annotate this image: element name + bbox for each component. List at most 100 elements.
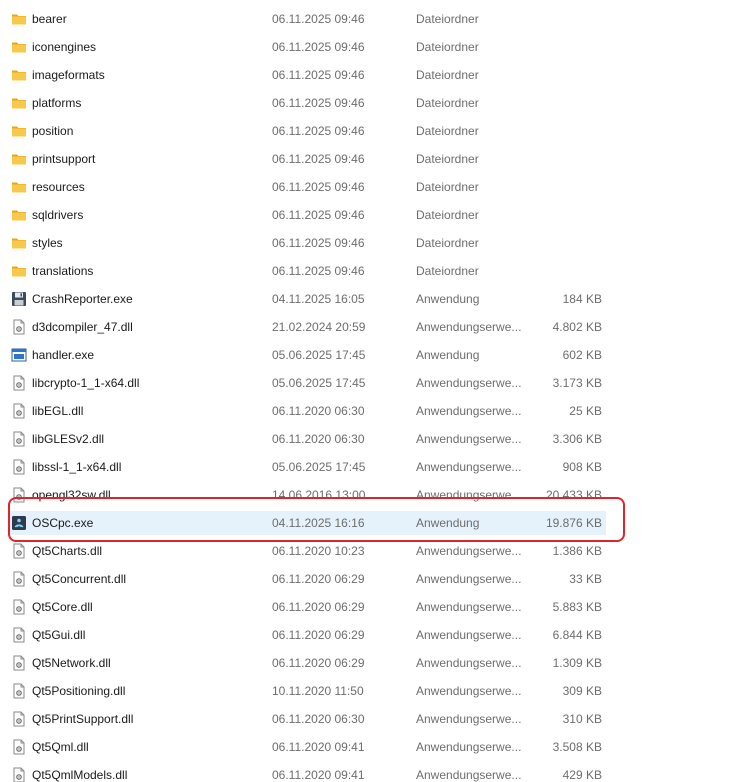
file-name: Qt5Charts.dll (32, 544, 103, 558)
file-row[interactable]: libcrypto-1_1-x64.dll 05.06.2025 17:45 Anw… (8, 371, 606, 395)
dll-file-icon (11, 319, 27, 335)
file-size (528, 119, 602, 143)
file-name: opengl32sw.dll (32, 488, 111, 502)
file-name: libcrypto-1_1-x64.dll (32, 376, 140, 390)
file-size (528, 231, 602, 255)
file-row[interactable]: libEGL.dll 06.11.2020 06:30 Anwendungserwe… (8, 399, 606, 423)
file-row[interactable]: d3dcompiler_47.dll 21.02.2024 20:59 Anwend… (8, 315, 606, 339)
file-size: 4.802 KB (552, 320, 602, 334)
file-row[interactable]: Qt5QmlModels.dll 06.11.2020 09:41 Anwendun… (8, 763, 606, 782)
file-date-modified: 05.06.2025 17:45 (272, 348, 366, 362)
file-size: 5.883 KB (552, 600, 602, 614)
file-row[interactable]: opengl32sw.dll 14.06.2016 13:00 Anwendungs… (8, 483, 606, 507)
file-name: Qt5Network.dll (32, 656, 111, 670)
file-type: Anwendungserwe... (416, 684, 522, 698)
file-type: Anwendung (416, 348, 480, 362)
dll-file-icon (11, 431, 27, 447)
file-size (528, 175, 602, 199)
file-row[interactable]: Qt5Core.dll 06.11.2020 06:29 Anwendungserw… (8, 595, 606, 619)
file-name: libssl-1_1-x64.dll (32, 460, 122, 474)
dll-file-icon (11, 767, 27, 782)
file-date-modified: 06.11.2025 09:46 (272, 208, 365, 222)
file-row[interactable]: sqldrivers 06.11.2025 09:46 Dateiordner (8, 203, 606, 227)
file-row[interactable]: bearer 06.11.2025 09:46 Dateiordner (8, 7, 606, 31)
file-row[interactable]: platforms 06.11.2025 09:46 Dateiordner (8, 91, 606, 115)
file-name: libGLESv2.dll (32, 432, 105, 446)
file-row[interactable]: libssl-1_1-x64.dll 05.06.2025 17:45 Anwend… (8, 455, 606, 479)
file-name: iconengines (32, 40, 97, 54)
file-date-modified: 06.11.2020 06:30 (272, 712, 365, 726)
file-date-modified: 04.11.2025 16:05 (272, 292, 365, 306)
dll-file-icon (11, 459, 27, 475)
file-date-modified: 04.11.2025 16:16 (272, 516, 365, 530)
file-date-modified: 10.11.2020 11:50 (272, 684, 364, 698)
file-row[interactable]: imageformats 06.11.2025 09:46 Dateiordner (8, 63, 606, 87)
file-row[interactable]: Qt5Network.dll 06.11.2020 06:29 Anwendungs… (8, 651, 606, 675)
file-row[interactable]: Qt5Qml.dll 06.11.2020 09:41 Anwendungserwe… (8, 735, 606, 759)
file-date-modified: 06.11.2025 09:46 (272, 264, 365, 278)
file-type: Anwendungserwe... (416, 432, 522, 446)
file-name: Qt5Core.dll (32, 600, 93, 614)
folder-icon (11, 207, 27, 223)
file-type: Dateiordner (416, 208, 479, 222)
file-name: platforms (32, 96, 82, 110)
file-name: libEGL.dll (32, 404, 84, 418)
dll-file-icon (11, 683, 27, 699)
file-name: Qt5Concurrent.dll (32, 572, 127, 586)
dll-file-icon (11, 487, 27, 503)
file-row[interactable]: Qt5Concurrent.dll 06.11.2020 06:29 Anwendu… (8, 567, 606, 591)
file-row[interactable]: Qt5PrintSupport.dll 06.11.2020 06:30 Anwen… (8, 707, 606, 731)
file-row[interactable]: iconengines 06.11.2025 09:46 Dateiordner (8, 35, 606, 59)
file-row[interactable]: Qt5Charts.dll 06.11.2020 10:23 Anwendungse… (8, 539, 606, 563)
file-type: Anwendung (416, 292, 480, 306)
folder-icon (11, 235, 27, 251)
file-row[interactable]: libGLESv2.dll 06.11.2020 06:30 Anwendungse… (8, 427, 606, 451)
file-type: Anwendungserwe... (416, 740, 522, 754)
dll-file-icon (11, 599, 27, 615)
file-type: Anwendungserwe... (416, 488, 522, 502)
file-row[interactable]: position 06.11.2025 09:46 Dateiordner (8, 119, 606, 143)
file-size: 33 KB (569, 572, 602, 586)
oscpc-app-icon (11, 515, 27, 531)
file-type: Dateiordner (416, 40, 479, 54)
file-row[interactable]: Qt5Gui.dll 06.11.2020 06:29 Anwendungserwe… (8, 623, 606, 647)
application-window-icon (11, 347, 27, 363)
file-date-modified: 21.02.2024 20:59 (272, 320, 366, 334)
file-row[interactable]: translations 06.11.2025 09:46 Dateiordner (8, 259, 606, 283)
file-type: Anwendungserwe... (416, 404, 522, 418)
file-type: Dateiordner (416, 96, 479, 110)
file-type: Anwendungserwe... (416, 376, 522, 390)
file-date-modified: 06.11.2025 09:46 (272, 180, 365, 194)
file-row[interactable]: printsupport 06.11.2025 09:46 Dateiordner (8, 147, 606, 171)
file-row[interactable]: resources 06.11.2025 09:46 Dateiordner (8, 175, 606, 199)
file-type: Anwendungserwe... (416, 320, 522, 334)
file-size: 19.876 KB (545, 516, 602, 530)
file-row[interactable]: CrashReporter.exe 04.11.2025 16:05 Anwendu… (8, 287, 606, 311)
file-size: 1.386 KB (552, 544, 602, 558)
file-row-selected[interactable]: OSCpc.exe 04.11.2025 16:16 Anwendung 19.876… (8, 511, 606, 535)
file-size (528, 203, 602, 227)
file-type: Anwendung (416, 516, 480, 530)
file-size: 3.173 KB (552, 376, 602, 390)
file-name: Qt5QmlModels.dll (32, 768, 128, 782)
folder-icon (11, 123, 27, 139)
file-size: 3.508 KB (552, 740, 602, 754)
folder-icon (11, 39, 27, 55)
folder-icon (11, 179, 27, 195)
file-row[interactable]: Qt5Positioning.dll 10.11.2020 11:50 Anwend… (8, 679, 606, 703)
dll-file-icon (11, 403, 27, 419)
file-name: styles (32, 236, 63, 250)
file-size (528, 91, 602, 115)
folder-icon (11, 95, 27, 111)
file-name: Qt5Qml.dll (32, 740, 89, 754)
file-date-modified: 06.11.2025 09:46 (272, 12, 365, 26)
file-row[interactable]: handler.exe 05.06.2025 17:45 Anwendung 602 … (8, 343, 606, 367)
file-type: Anwendungserwe... (416, 712, 522, 726)
file-row[interactable]: styles 06.11.2025 09:46 Dateiordner (8, 231, 606, 255)
file-type: Dateiordner (416, 236, 479, 250)
dll-file-icon (11, 627, 27, 643)
file-size (528, 147, 602, 171)
folder-icon (11, 67, 27, 83)
file-name: translations (32, 264, 94, 278)
file-date-modified: 14.06.2016 13:00 (272, 488, 366, 502)
